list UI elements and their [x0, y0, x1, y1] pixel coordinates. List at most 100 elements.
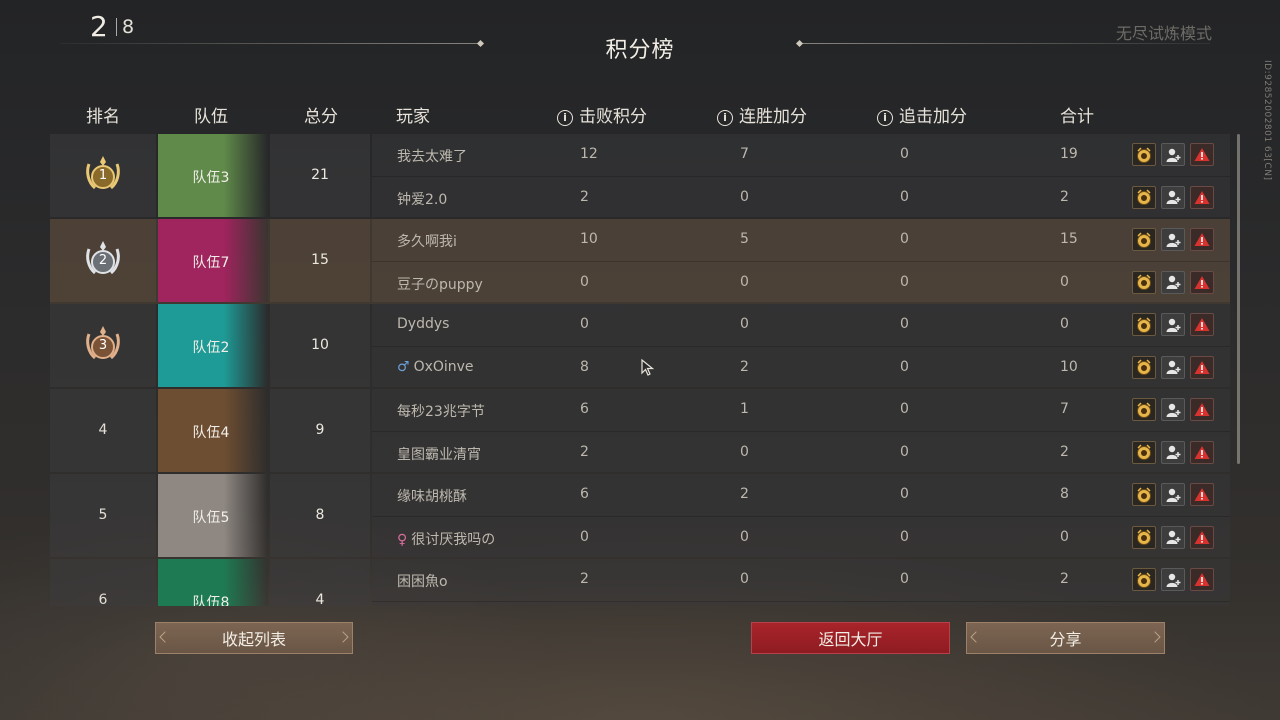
info-icon[interactable]: i [717, 110, 733, 126]
player-name-text: 困困魚o [397, 574, 448, 590]
add-friend-button[interactable] [1161, 440, 1185, 464]
column-header-kill[interactable]: i 击败积分 [557, 102, 647, 127]
player-name[interactable]: 豆子のpuppy [397, 274, 483, 294]
add-friend-button[interactable] [1161, 185, 1185, 209]
add-friend-button[interactable] [1161, 568, 1185, 591]
player-name-text: 缘味胡桃酥 [397, 489, 467, 505]
player-row[interactable]: 困困魚o 2 0 0 2 [372, 559, 1230, 601]
add-friend-button[interactable] [1161, 313, 1185, 336]
kill-score: 12 [580, 146, 598, 162]
view-profile-button[interactable] [1132, 568, 1156, 591]
kill-score: 8 [580, 358, 589, 375]
streak-bonus: 0 [740, 316, 749, 332]
player-row[interactable]: 我去太难了 12 7 0 19 [372, 134, 1230, 176]
view-profile-button[interactable] [1132, 525, 1156, 549]
streak-bonus: 0 [740, 528, 749, 545]
report-button[interactable] [1190, 568, 1214, 591]
kill-score: 0 [580, 528, 589, 545]
player-row[interactable]: 每秒23兆字节 6 1 0 7 [372, 389, 1230, 431]
add-friend-button[interactable] [1161, 228, 1185, 251]
player-row[interactable]: 钟爱2.0 2 0 0 2 [372, 177, 1230, 219]
column-header-streak[interactable]: i 连胜加分 [717, 102, 807, 127]
streak-bonus: 1 [740, 401, 749, 417]
report-button[interactable] [1190, 483, 1214, 506]
report-button[interactable] [1190, 143, 1214, 166]
player-name[interactable]: ♀ 很讨厌我吗の [397, 529, 495, 549]
player-name[interactable]: Dyddys [397, 316, 449, 332]
add-friend-icon [1166, 445, 1180, 459]
add-friend-button[interactable] [1161, 270, 1185, 294]
rank-number: 5 [98, 507, 108, 523]
player-name[interactable]: 皇图霸业清宵 [397, 444, 481, 464]
chase-bonus: 0 [900, 273, 909, 290]
report-warning-icon [1194, 488, 1210, 501]
add-friend-button[interactable] [1161, 525, 1185, 549]
info-icon[interactable]: i [557, 110, 573, 126]
player-row[interactable]: ♀ 很讨厌我吗の 0 0 0 0 [372, 517, 1230, 559]
info-icon[interactable]: i [877, 110, 893, 126]
column-header-chase[interactable]: i 追击加分 [877, 102, 967, 127]
player-name[interactable]: 钟爱2.0 [397, 189, 447, 209]
player-name[interactable]: ♂ OxOinve [397, 359, 474, 375]
view-profile-button[interactable] [1132, 143, 1156, 166]
rank-number: 4 [98, 422, 108, 438]
view-profile-button[interactable] [1132, 355, 1156, 379]
player-name[interactable]: 多久啊我i [397, 231, 457, 251]
player-name[interactable]: 每秒23兆字节 [397, 401, 485, 421]
report-button[interactable] [1190, 398, 1214, 421]
chase-bonus: 0 [900, 571, 909, 587]
player-profile-icon [1137, 486, 1151, 503]
report-button[interactable] [1190, 228, 1214, 251]
add-friend-button[interactable] [1161, 483, 1185, 506]
player-profile-icon [1137, 359, 1151, 375]
streak-bonus: 7 [740, 146, 749, 162]
report-warning-icon [1194, 360, 1210, 374]
team-group: 4 队伍4 9 每秒23兆字节 6 1 0 7 皇图霸业清宵 2 0 0 2 [50, 389, 1230, 474]
player-row[interactable]: 多久啊我i 10 5 0 15 [372, 219, 1230, 261]
rank-number: 3 [98, 338, 108, 353]
kill-score: 2 [580, 571, 589, 587]
player-row[interactable]: ♂ OxOinve 8 2 0 10 [372, 347, 1230, 389]
column-header-rank: 排名 [86, 107, 120, 127]
add-friend-icon [1166, 275, 1180, 289]
view-profile-button[interactable] [1132, 398, 1156, 421]
view-profile-button[interactable] [1132, 270, 1156, 294]
view-profile-button[interactable] [1132, 228, 1156, 251]
player-name-text: 钟爱2.0 [397, 191, 448, 208]
player-name[interactable]: 我去太难了 [397, 146, 467, 166]
add-friend-icon [1166, 233, 1180, 247]
button-ornament-right [1149, 631, 1161, 643]
add-friend-icon [1166, 488, 1180, 502]
report-button[interactable] [1190, 270, 1214, 294]
streak-bonus: 2 [740, 486, 749, 502]
chase-bonus: 0 [900, 528, 909, 545]
add-friend-button[interactable] [1161, 398, 1185, 421]
table-scrollbar[interactable] [1237, 134, 1240, 464]
player-name-text: 豆子のpuppy [397, 276, 483, 293]
view-profile-button[interactable] [1132, 483, 1156, 506]
report-button[interactable] [1190, 525, 1214, 549]
report-button[interactable] [1190, 440, 1214, 464]
view-profile-button[interactable] [1132, 185, 1156, 209]
player-row[interactable]: 豆子のpuppy 0 0 0 0 [372, 262, 1230, 304]
game-mode-label: 无尽试炼模式 [1115, 24, 1212, 43]
player-row[interactable]: Dyddys 0 0 0 0 [372, 304, 1230, 346]
player-row[interactable]: 缘味胡桃酥 6 2 0 8 [372, 474, 1230, 516]
player-name[interactable]: 困困魚o [397, 571, 448, 591]
report-button[interactable] [1190, 355, 1214, 379]
view-profile-button[interactable] [1132, 440, 1156, 464]
scoreboard-table[interactable]: 1 队伍3 21 我去太难了 12 7 0 19 钟爱2.0 2 0 0 2 2 队伍7 15 多久啊我i 1… [50, 134, 1230, 606]
player-total: 8 [1060, 486, 1069, 502]
player-name[interactable]: 缘味胡桃酥 [397, 486, 467, 506]
add-friend-button[interactable] [1161, 355, 1185, 379]
report-button[interactable] [1190, 185, 1214, 209]
share-button[interactable]: 分享 [966, 622, 1165, 654]
collapse-list-button[interactable]: 收起列表 [155, 622, 353, 654]
return-lobby-button[interactable]: 返回大厅 [751, 622, 950, 654]
player-row[interactable]: 皇图霸业清宵 2 0 0 2 [372, 432, 1230, 474]
team-name: 队伍7 [192, 255, 230, 271]
view-profile-button[interactable] [1132, 313, 1156, 336]
report-button[interactable] [1190, 313, 1214, 336]
streak-bonus: 0 [740, 273, 749, 290]
add-friend-button[interactable] [1161, 143, 1185, 166]
